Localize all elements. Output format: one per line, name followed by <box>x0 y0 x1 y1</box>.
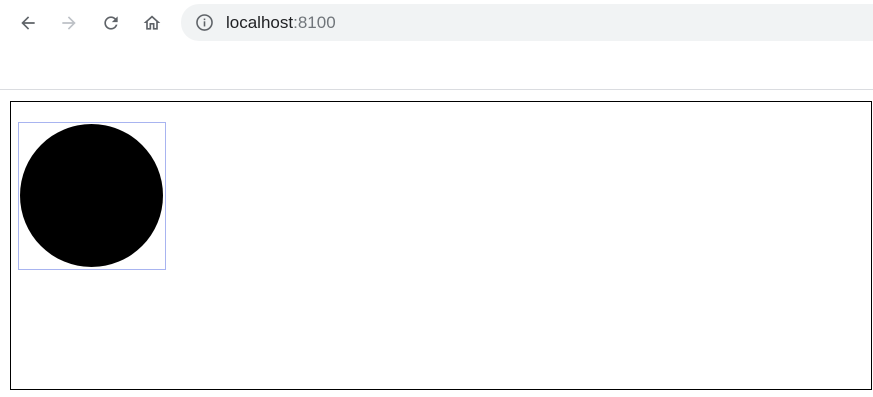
selection-box[interactable] <box>18 122 166 270</box>
canvas-stage[interactable] <box>10 101 872 390</box>
url-text[interactable]: localhost:8100 <box>226 13 336 32</box>
reload-icon <box>104 16 118 30</box>
home-button[interactable] <box>137 8 167 38</box>
url-port: :8100 <box>293 13 336 32</box>
arrow-right-icon <box>62 16 76 30</box>
reload-button[interactable] <box>96 8 126 38</box>
info-circle-icon[interactable] <box>195 13 214 32</box>
url-host: localhost <box>226 13 294 32</box>
home-icon <box>143 15 161 30</box>
back-button[interactable] <box>13 8 43 38</box>
address-bar[interactable]: localhost:8100 <box>181 4 873 41</box>
page-viewport <box>0 90 873 397</box>
arrow-left-icon <box>21 16 35 30</box>
browser-toolbar: localhost:8100 <box>0 0 873 46</box>
forward-button[interactable] <box>54 8 84 38</box>
black-circle-shape[interactable] <box>20 124 163 267</box>
